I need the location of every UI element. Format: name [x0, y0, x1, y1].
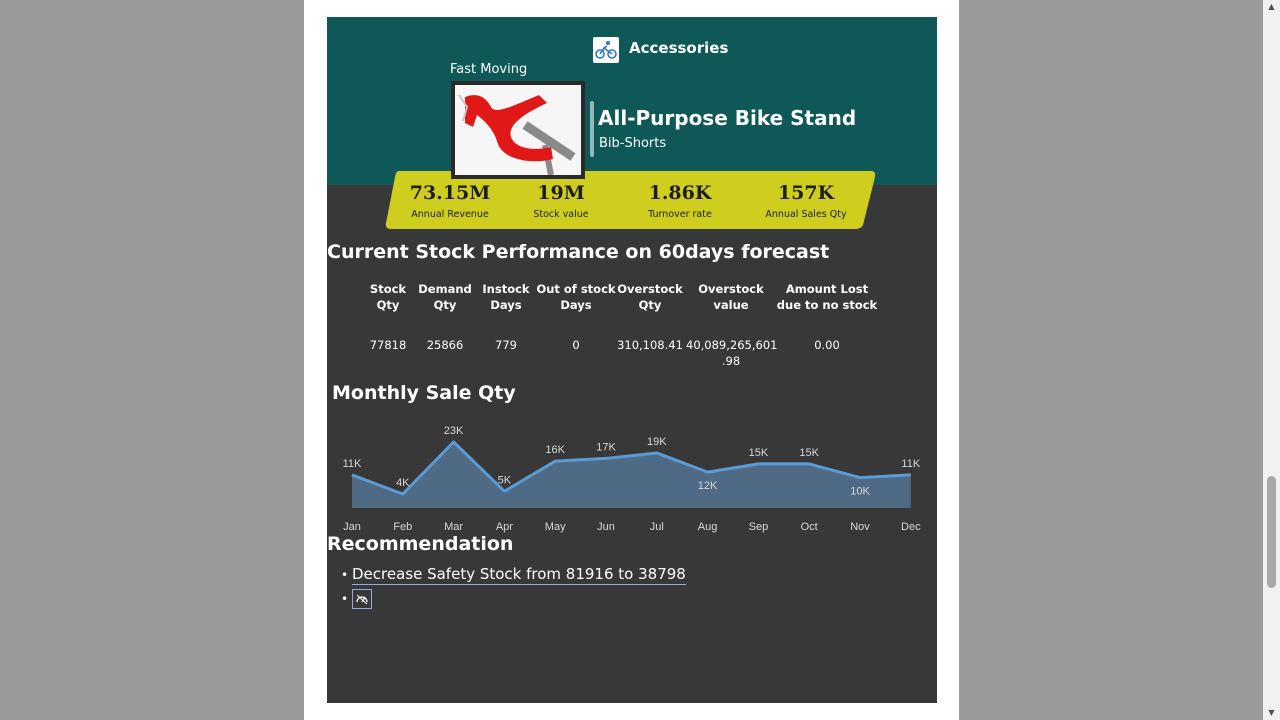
kpi-value: 19M — [537, 182, 585, 204]
header-line: Qty — [638, 298, 662, 312]
table-cell: 0 — [536, 337, 616, 353]
bullet: • — [341, 592, 349, 606]
kpi-label: Annual Revenue — [411, 209, 489, 220]
category-title: Accessories — [629, 39, 729, 57]
chart-x-tick-label: Apr — [496, 521, 513, 533]
cell-line: 40,089,265,601 — [686, 338, 778, 352]
header-line: due to no stock — [776, 298, 878, 312]
table-column-header: Instock Days — [476, 281, 536, 313]
recommendation-item: • Decrease Safety Stock from 81916 to 38… — [341, 565, 686, 585]
chart-data-label: 11K — [343, 458, 362, 470]
kpi-turnover-rate: 1.86K Turnover rate — [620, 181, 740, 220]
table-cell: 779 — [476, 337, 536, 353]
chart-x-tick-label: Feb — [393, 521, 412, 533]
chart-x-tick-label: Jan — [343, 521, 361, 533]
chart-data-label: 23K — [444, 425, 464, 437]
chart-x-tick-label: Jul — [650, 521, 664, 533]
cell-line: 779 — [495, 338, 517, 352]
cyclist-icon — [593, 37, 619, 63]
header-line: Overstock — [617, 282, 683, 296]
scroll-thumb[interactable] — [1267, 476, 1276, 588]
chart-data-label: 15K — [749, 447, 769, 459]
title-accent-bar — [590, 101, 594, 157]
table-cell: 0.00 — [772, 337, 882, 353]
chart-data-label: 15K — [799, 447, 819, 459]
monthly-sale-title: Monthly Sale Qty — [332, 382, 516, 404]
kpi-value: 157K — [777, 182, 835, 204]
table-cell: 25866 — [415, 337, 475, 353]
table-column-header: Stock Qty — [358, 281, 418, 313]
cell-line: 0 — [572, 338, 580, 352]
chart-data-label: 10K — [850, 486, 870, 498]
product-image — [451, 81, 585, 179]
table-column-header: Amount Lost due to no stock — [772, 281, 882, 313]
table-column-header: Overstock Qty — [615, 281, 685, 313]
recommendation-title: Recommendation — [327, 533, 514, 555]
table-column-header: Overstock value — [686, 281, 776, 313]
chart-x-tick-label: Sep — [749, 521, 769, 533]
kpi-stock-value: 19M Stock value — [501, 181, 621, 220]
chart-data-label: 16K — [545, 444, 565, 456]
chart-x-tick-label: Aug — [698, 521, 718, 533]
product-name: All-Purpose Bike Stand — [598, 106, 857, 130]
chart-area-fill — [352, 442, 911, 508]
cell-line: 0.00 — [814, 338, 840, 352]
cell-line: .98 — [721, 354, 741, 368]
header-line: Qty — [376, 298, 400, 312]
header-line: Instock — [482, 282, 530, 296]
chart-data-label: 11K — [901, 458, 920, 470]
header-line: Stock — [369, 282, 407, 296]
kpi-label: Stock value — [533, 209, 589, 220]
recommendation-item: • — [341, 589, 372, 609]
bullet: • — [341, 568, 349, 582]
chart-data-label: 5K — [498, 474, 512, 486]
cell-line: 310,108.41 — [617, 338, 683, 352]
scroll-down-arrow-icon[interactable]: ▼ — [1263, 706, 1280, 720]
header-line: Qty — [433, 298, 457, 312]
monthly-sale-chart: 11K Jan 4K Feb 23K Mar 5K Apr 16K May 17K Jun 19K Jul… — [343, 425, 921, 533]
table-cell: 77818 — [358, 337, 418, 353]
header-line: Days — [560, 298, 592, 312]
chart-data-label: 19K — [647, 436, 667, 448]
movement-badge: Fast Moving — [450, 62, 528, 77]
recommendation-link[interactable]: Decrease Safety Stock from 81916 to 3879… — [352, 565, 686, 585]
cell-line: 77818 — [369, 338, 407, 352]
kpi-label: Annual Sales Qty — [765, 209, 847, 220]
header-line: Out of stock — [536, 282, 616, 296]
vertical-scrollbar[interactable]: ▲ ▼ — [1263, 0, 1280, 720]
kpi-value: 73.15M — [409, 182, 491, 204]
kpi-label: Turnover rate — [648, 209, 712, 220]
kpi-annual-revenue: 73.15M Annual Revenue — [390, 181, 510, 220]
header-line: Amount Lost — [785, 282, 869, 296]
speedometer-icon[interactable] — [352, 589, 372, 609]
report-canvas: Accessories Fast Moving All-Purpose Bike… — [327, 17, 937, 703]
product-subcategory: Bib-Shorts — [599, 136, 667, 151]
chart-x-tick-label: Nov — [850, 521, 870, 533]
chart-data-label: 4K — [396, 477, 410, 489]
chart-x-tick-label: May — [545, 521, 566, 533]
header-line: Demand — [418, 282, 472, 296]
table-column-header: Out of stock Days — [536, 281, 616, 313]
stock-performance-title: Current Stock Performance on 60days fore… — [327, 241, 830, 263]
table-cell: 40,089,265,601 .98 — [686, 337, 778, 369]
header-line: Days — [490, 298, 522, 312]
chart-x-tick-label: Mar — [444, 521, 463, 533]
cell-line: 25866 — [426, 338, 464, 352]
chart-x-tick-label: Dec — [901, 521, 921, 533]
chart-data-label: 17K — [596, 441, 616, 453]
kpi-annual-sales-qty: 157K Annual Sales Qty — [746, 181, 866, 220]
chart-x-tick-label: Oct — [801, 521, 818, 533]
scroll-up-arrow-icon[interactable]: ▲ — [1263, 0, 1280, 14]
chart-data-label: 12K — [698, 480, 718, 492]
chart-x-tick-label: Jun — [597, 521, 615, 533]
table-column-header: Demand Qty — [415, 281, 475, 313]
header-line: Overstock — [698, 282, 764, 296]
kpi-value: 1.86K — [648, 182, 712, 204]
header-line: value — [713, 298, 749, 312]
table-cell: 310,108.41 — [615, 337, 685, 353]
